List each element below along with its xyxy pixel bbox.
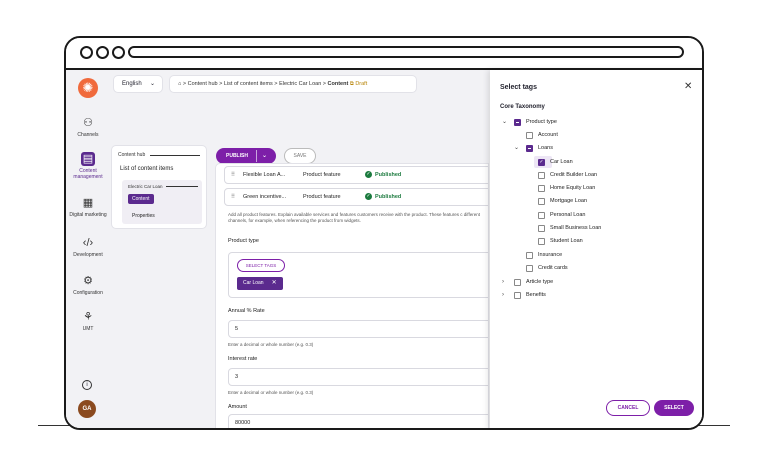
publish-button[interactable]: PUBLISH ⌄ — [216, 148, 276, 164]
tag-checkbox[interactable] — [526, 132, 533, 139]
umt-icon: ⚘ — [83, 311, 93, 323]
breadcrumb-item[interactable]: Electric Car Loan — [279, 81, 321, 87]
chevron-down-icon[interactable]: ⌄ — [502, 116, 510, 128]
chevron-right-icon[interactable]: › — [502, 289, 510, 301]
window-dot-minimize[interactable] — [96, 46, 109, 59]
annual-rate-help: Enter a decimal or whole number (e.g. 0.… — [228, 342, 314, 347]
tag-checkbox[interactable] — [526, 265, 533, 272]
features-help-text: Add all product features. Explain availa… — [228, 212, 480, 223]
product-type-box: SELECT TAGS Car Loan ✕ — [228, 252, 488, 298]
breadcrumb-current: Content — [327, 81, 349, 87]
chevron-right-icon[interactable]: › — [502, 276, 510, 288]
interest-rate-label: Interest rate — [228, 356, 258, 362]
interest-rate-input[interactable]: 3 — [228, 368, 488, 386]
tree-root-line — [150, 155, 200, 156]
tree-item-group: Electric Car Loan Content Properties — [122, 180, 202, 224]
configuration-icon: ⚙ — [83, 275, 93, 287]
tag-checkbox[interactable] — [538, 185, 545, 192]
avatar[interactable]: GA — [78, 400, 96, 418]
table-row[interactable]: ⠿ Flexible Loan A... Product feature ✓ Pu… — [224, 166, 488, 184]
rail-item-channels[interactable]: ⚇ Channels — [66, 116, 110, 138]
annual-rate-label: Annual % Rate — [228, 308, 265, 314]
address-bar[interactable] — [128, 46, 684, 58]
tag-checkbox[interactable] — [514, 292, 521, 299]
tree-item-label[interactable]: Electric Car Loan — [128, 184, 163, 189]
status-badge: ✓ Published — [365, 171, 402, 179]
amount-label: Amount — [228, 404, 247, 410]
home-icon[interactable]: ⌂ — [178, 81, 181, 87]
close-icon[interactable]: ✕ — [272, 280, 277, 286]
channels-icon: ⚇ — [83, 117, 93, 129]
tree-list-link[interactable]: List of content items — [120, 166, 173, 172]
rail-item-digital-marketing[interactable]: ▦ Digital marketing — [66, 196, 110, 218]
product-type-label: Product type — [228, 238, 259, 244]
tree-item-line — [166, 186, 198, 187]
content-management-icon: ▤ — [81, 152, 95, 166]
draft-icon: ⧉ — [349, 81, 354, 87]
status-badge: ✓ Published — [365, 193, 402, 201]
chevron-down-icon[interactable]: ⌄ — [262, 148, 267, 164]
tag-checkbox[interactable] — [514, 119, 521, 126]
help-icon[interactable]: i — [82, 380, 92, 390]
content-form: ⠿ Flexible Loan A... Product feature ✓ Pu… — [216, 164, 488, 428]
window-dot-close[interactable] — [80, 46, 93, 59]
table-row[interactable]: ⠿ Green incentive... Product feature ✓ Pu… — [224, 188, 488, 206]
check-circle-icon: ✓ — [365, 171, 372, 179]
tag-checkbox[interactable] — [526, 252, 533, 259]
drag-handle-icon[interactable]: ⠿ — [231, 167, 235, 183]
taxonomy-title: Core Taxonomy — [500, 104, 545, 110]
breadcrumb-content-hub[interactable]: Content hub — [188, 81, 218, 87]
rail-item-content-management[interactable]: ▤ Content management — [66, 152, 110, 180]
tree-root-label[interactable]: Content hub — [118, 152, 145, 158]
development-icon: ‹/› — [82, 237, 94, 249]
browser-frame: ✺ ⚇ Channels ▤ Content management ▦ Digi… — [64, 36, 704, 430]
chevron-down-icon: ⌄ — [150, 81, 156, 87]
cancel-button[interactable]: CANCEL — [606, 400, 650, 416]
tag-checkbox[interactable] — [538, 212, 545, 219]
publish-divider — [256, 150, 257, 162]
tag-checkbox[interactable] — [526, 145, 533, 152]
amount-input[interactable]: 80000 — [228, 414, 488, 428]
panel-title: Select tags — [500, 84, 537, 91]
window-dot-maximize[interactable] — [112, 46, 125, 59]
left-rail: ✺ ⚇ Channels ▤ Content management ▦ Digi… — [66, 70, 110, 428]
interest-rate-help: Enter a decimal or whole number (e.g. 0.… — [228, 390, 314, 395]
close-icon[interactable]: ✕ — [684, 81, 692, 92]
browser-chrome — [66, 38, 702, 70]
breadcrumb-list[interactable]: List of content items — [224, 81, 273, 87]
tree-tab-properties[interactable]: Properties — [132, 213, 155, 219]
select-tags-button[interactable]: SELECT TAGS — [237, 259, 285, 272]
language-select[interactable]: English ⌄ — [114, 76, 162, 92]
select-button[interactable]: SELECT — [654, 400, 694, 416]
breadcrumb: ⌂ > Content hub > List of content items … — [170, 76, 416, 92]
rail-item-development[interactable]: ‹/› Development — [66, 236, 110, 258]
rail-item-configuration[interactable]: ⚙ Configuration — [66, 274, 110, 296]
tag-checkbox[interactable]: ✓ — [538, 159, 545, 166]
check-circle-icon: ✓ — [365, 193, 372, 201]
annual-rate-input[interactable]: 5 — [228, 320, 488, 338]
selected-tag-chip: Car Loan ✕ — [237, 277, 283, 290]
content-tree: Content hub List of content items Electr… — [112, 146, 206, 228]
tag-checkbox[interactable] — [538, 198, 545, 205]
tag-checkbox[interactable] — [538, 172, 545, 179]
chevron-down-icon[interactable]: ⌄ — [514, 142, 522, 154]
app-logo-icon[interactable]: ✺ — [78, 78, 98, 98]
tree-tab-content[interactable]: Content — [128, 194, 154, 204]
rail-item-umt[interactable]: ⚘ UMT — [66, 310, 110, 332]
select-tags-panel: Select tags ✕ Core Taxonomy ⌄ Product typ… — [490, 70, 702, 428]
tag-checkbox[interactable] — [538, 238, 545, 245]
digital-marketing-icon: ▦ — [82, 197, 94, 209]
drag-handle-icon[interactable]: ⠿ — [231, 189, 235, 205]
tag-checkbox[interactable] — [514, 279, 521, 286]
app-root: ✺ ⚇ Channels ▤ Content management ▦ Digi… — [66, 70, 702, 428]
tag-checkbox[interactable] — [538, 225, 545, 232]
status-badge: Draft — [355, 81, 368, 87]
save-button[interactable]: SAVE — [284, 148, 316, 164]
